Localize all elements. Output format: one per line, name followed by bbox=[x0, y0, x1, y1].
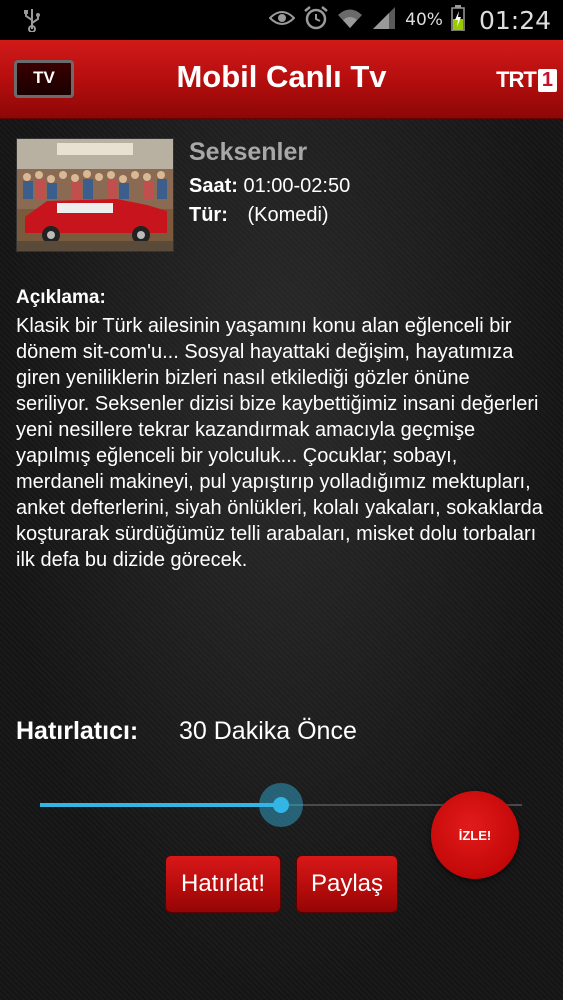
program-thumbnail bbox=[16, 138, 174, 252]
channel-logo: TRT 1 bbox=[496, 67, 557, 93]
program-title: Seksenler bbox=[189, 138, 308, 166]
battery-percent: 40% bbox=[405, 10, 443, 30]
program-time-value: 01:00-02:50 bbox=[243, 175, 351, 197]
description-label: Açıklama: bbox=[16, 287, 106, 308]
watch-button[interactable]: İZLE! bbox=[431, 791, 519, 879]
description-text: Klasik bir Türk ailesinin yaşamını konu … bbox=[16, 315, 543, 571]
reminder-label: Hatırlatıcı: bbox=[16, 717, 139, 745]
app-title: Mobil Canlı Tv bbox=[176, 59, 387, 94]
slider-thumb[interactable] bbox=[259, 783, 303, 827]
share-button[interactable]: Paylaş bbox=[296, 855, 398, 913]
program-genre-row: Tür: (Komedi) bbox=[189, 204, 329, 227]
wifi-icon bbox=[337, 7, 363, 33]
remind-button[interactable]: Hatırlat! bbox=[165, 855, 281, 913]
eye-icon bbox=[268, 8, 296, 32]
channel-logo-text: TRT bbox=[496, 67, 537, 92]
signal-icon bbox=[371, 6, 397, 34]
slider-fill bbox=[40, 803, 281, 807]
program-time-label: Saat: bbox=[189, 175, 238, 197]
channel-logo-number: 1 bbox=[537, 68, 557, 92]
program-genre-label: Tür: bbox=[189, 204, 228, 226]
program-genre-value: (Komedi) bbox=[247, 204, 329, 226]
status-clock: 01:24 bbox=[478, 5, 551, 35]
status-bar: 40% 01:24 bbox=[0, 0, 563, 40]
battery-charging-icon bbox=[451, 5, 465, 35]
alarm-icon bbox=[303, 5, 329, 35]
slider-thumb-core bbox=[273, 797, 289, 813]
action-bar: TV Mobil Canlı Tv TRT 1 bbox=[0, 40, 563, 119]
program-time-row: Saat: 01:00-02:50 bbox=[189, 175, 350, 198]
reminder-value: 30 Dakika Önce bbox=[179, 717, 357, 745]
usb-icon bbox=[22, 8, 42, 36]
